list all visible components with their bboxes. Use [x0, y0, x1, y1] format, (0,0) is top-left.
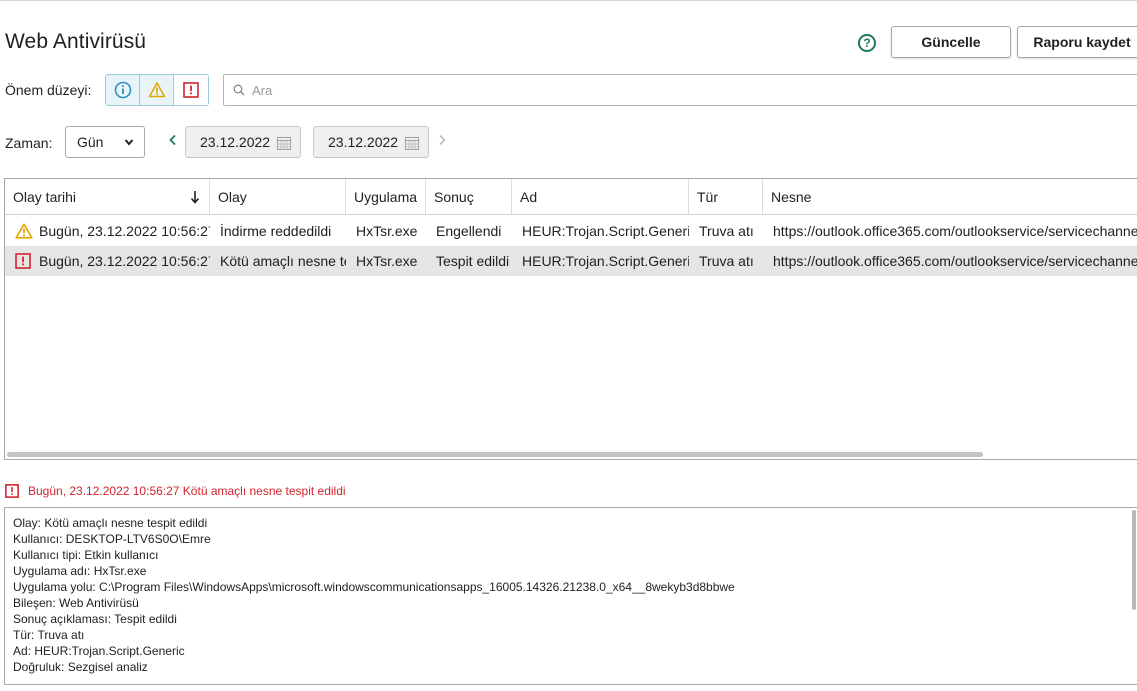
next-period-button[interactable] — [437, 133, 447, 151]
page-title: Web Antivirüsü — [5, 30, 147, 53]
column-header-name[interactable]: Ad — [512, 179, 689, 215]
column-header-object[interactable]: Nesne — [763, 179, 1137, 215]
severity-warning-toggle[interactable] — [140, 75, 174, 105]
cell-type: Truva atı — [699, 223, 754, 239]
search-box — [223, 74, 1137, 106]
detail-line: Kullanıcı: DESKTOP-LTV6S0O\Emre — [13, 532, 211, 546]
sort-down-arrow-icon — [190, 191, 200, 204]
date-to-value: 23.12.2022 — [328, 134, 399, 150]
cell-type: Truva atı — [699, 253, 754, 269]
detail-line: Sonuç açıklaması: Tespit edildi — [13, 612, 177, 626]
column-header-event[interactable]: Olay — [210, 179, 346, 215]
detail-line: Uygulama adı: HxTsr.exe — [13, 564, 147, 578]
date-to-picker[interactable]: 23.12.2022 — [313, 126, 429, 158]
search-icon — [233, 84, 245, 96]
save-report-button[interactable]: Raporu kaydet — [1017, 26, 1137, 58]
cell-application: HxTsr.exe — [356, 223, 418, 239]
severity-label: Önem düzeyi: — [5, 82, 92, 98]
previous-period-button[interactable] — [168, 133, 178, 151]
cell-object: https://outlook.office365.com/outlookser… — [773, 223, 1137, 239]
table-row-selected[interactable]: Bugün, 23.12.2022 10:56:27 Kötü amaçlı n… — [5, 246, 1137, 276]
time-label: Zaman: — [5, 135, 53, 151]
horizontal-scrollbar[interactable] — [5, 449, 1137, 459]
detail-line: Olay: Kötü amaçlı nesne tespit edildi — [13, 516, 208, 530]
cell-result: Tespit edildi — [436, 253, 510, 269]
detail-heading-text: Bugün, 23.12.2022 10:56:27 Kötü amaçlı n… — [28, 484, 346, 498]
period-select[interactable]: Gün — [65, 126, 145, 158]
table-header: Olay tarihi Olay Uygulama Sonuç Ad Tür N… — [5, 179, 1137, 215]
calendar-icon — [405, 137, 419, 150]
detail-line: Bileşen: Web Antivirüsü — [13, 596, 139, 610]
vertical-scrollbar-thumb[interactable] — [1132, 510, 1136, 610]
column-header-type[interactable]: Tür — [689, 179, 763, 215]
cell-result: Engellendi — [436, 223, 502, 239]
cell-name: HEUR:Trojan.Script.Generic — [522, 223, 689, 239]
column-header-result[interactable]: Sonuç — [426, 179, 512, 215]
warning-icon — [148, 82, 165, 98]
critical-icon — [183, 82, 199, 98]
cell-event: Kötü amaçlı nesne tespit edildi — [220, 253, 346, 269]
date-from-picker[interactable]: 23.12.2022 — [185, 126, 301, 158]
cell-object: https://outlook.office365.com/outlookser… — [773, 253, 1137, 269]
search-input[interactable] — [250, 81, 1130, 99]
chevron-down-icon — [124, 139, 134, 146]
detail-heading: Bugün, 23.12.2022 10:56:27 Kötü amaçlı n… — [5, 484, 346, 498]
severity-info-toggle[interactable] — [106, 75, 140, 105]
cell-name: HEUR:Trojan.Script.Generic — [522, 253, 689, 269]
cell-application: HxTsr.exe — [356, 253, 418, 269]
events-table: Olay tarihi Olay Uygulama Sonuç Ad Tür N… — [4, 178, 1137, 460]
help-icon[interactable]: ? — [858, 34, 876, 52]
date-from-value: 23.12.2022 — [200, 134, 271, 150]
cell-event: İndirme reddedildi — [220, 223, 332, 239]
detail-line: Tür: Truva atı — [13, 628, 85, 642]
chevron-right-icon — [439, 134, 446, 146]
calendar-icon — [277, 137, 291, 150]
table-row[interactable]: Bugün, 23.12.2022 10:56:27 İndirme redde… — [5, 216, 1137, 246]
critical-icon — [5, 484, 19, 498]
update-button[interactable]: Güncelle — [891, 26, 1011, 58]
detail-line: Kullanıcı tipi: Etkin kullanıcı — [13, 548, 159, 562]
detail-line: Uygulama yolu: C:\Program Files\WindowsA… — [13, 580, 735, 594]
info-icon — [114, 81, 131, 99]
detail-line: Ad: HEUR:Trojan.Script.Generic — [13, 644, 185, 658]
period-value: Gün — [77, 134, 104, 150]
detail-line: Doğruluk: Sezgisel analiz — [13, 660, 148, 674]
horizontal-scrollbar-thumb[interactable] — [7, 452, 983, 457]
column-header-application[interactable]: Uygulama — [346, 179, 426, 215]
severity-critical-toggle[interactable] — [174, 75, 208, 105]
detail-panel[interactable]: Olay: Kötü amaçlı nesne tespit edildi Ku… — [4, 507, 1137, 685]
cell-event-date: Bugün, 23.12.2022 10:56:27 — [39, 223, 210, 239]
severity-filter-group — [105, 74, 209, 106]
cell-event-date: Bugün, 23.12.2022 10:56:27 — [39, 253, 210, 269]
top-divider — [0, 0, 1137, 3]
column-header-event-date[interactable]: Olay tarihi — [5, 179, 210, 215]
chevron-left-icon — [169, 134, 176, 146]
